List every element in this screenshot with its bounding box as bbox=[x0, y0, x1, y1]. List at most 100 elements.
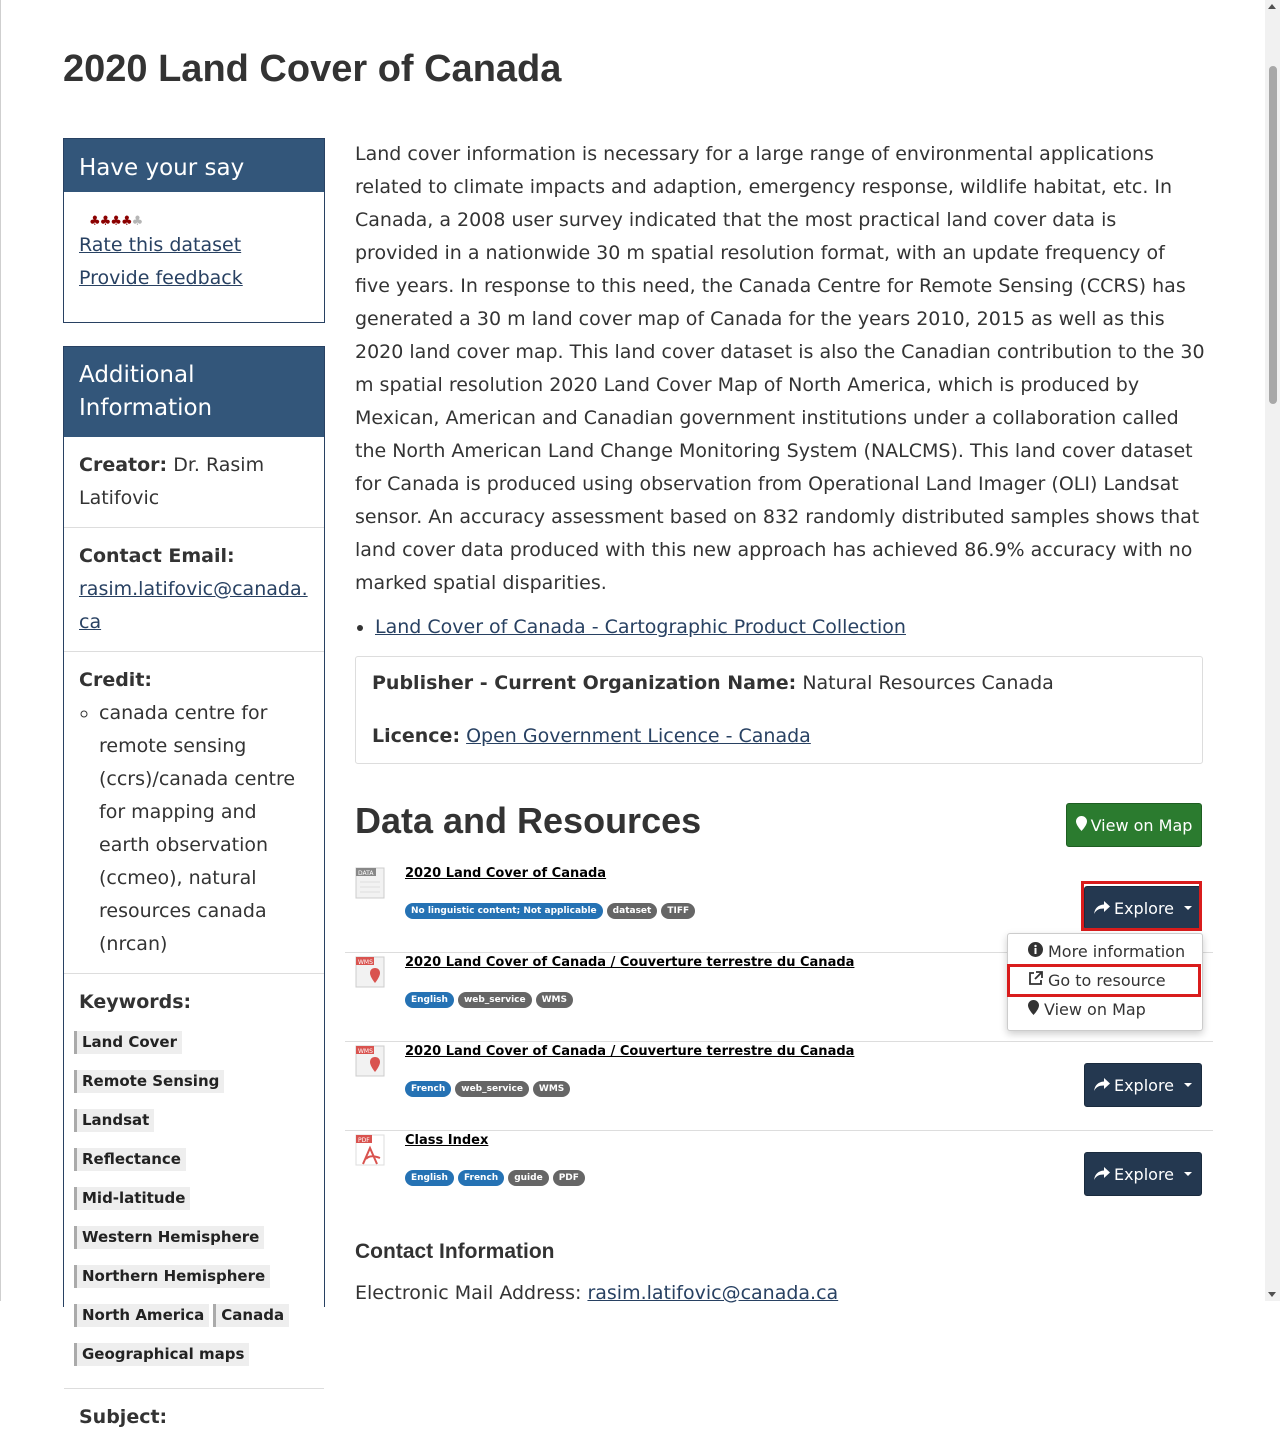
provide-feedback-link[interactable]: Provide feedback bbox=[79, 262, 324, 295]
publisher-label: Publisher - Current Organization Name: bbox=[372, 672, 797, 694]
contact-email-label: Contact Email: bbox=[79, 545, 235, 567]
keyword-tag[interactable]: Geographical maps bbox=[74, 1343, 250, 1366]
language-tag: No linguistic content; Not applicable bbox=[405, 903, 603, 919]
type-tag: guide bbox=[508, 1170, 549, 1186]
vertical-scrollbar[interactable] bbox=[1265, 0, 1280, 1301]
view-on-map-label: View on Map bbox=[1090, 815, 1193, 835]
additional-info-heading: Additional Information bbox=[64, 347, 324, 437]
contact-heading: Contact Information bbox=[355, 1240, 555, 1263]
svg-text:DATA: DATA bbox=[358, 870, 374, 877]
wms-file-icon: WMS bbox=[355, 956, 385, 988]
credit-list: canada centre for remote sensing (ccrs)/… bbox=[79, 697, 309, 961]
publisher-value: Natural Resources Canada bbox=[802, 672, 1054, 694]
highlight-box bbox=[1007, 964, 1201, 997]
dataset-description: Land cover information is necessary for … bbox=[355, 143, 1205, 594]
type-tag: web_service bbox=[457, 992, 532, 1008]
resource-tags: French web_service WMS bbox=[405, 1081, 571, 1097]
format-tag: TIFF bbox=[661, 903, 696, 919]
data-file-icon: DATA bbox=[355, 867, 385, 899]
resource-tags: English French guide PDF bbox=[405, 1170, 585, 1186]
publisher-box: Publisher - Current Organization Name: N… bbox=[355, 656, 1203, 764]
explore-button[interactable]: Explore bbox=[1084, 1152, 1202, 1196]
page-title: 2020 Land Cover of Canada bbox=[63, 48, 562, 90]
resource-tags: English web_service WMS bbox=[405, 992, 573, 1008]
keyword-tag[interactable]: Mid-latitude bbox=[74, 1187, 191, 1210]
keyword-tag[interactable]: Landsat bbox=[74, 1109, 155, 1132]
contact-email-block: Contact Email: rasim.latifovic@canada.ca bbox=[64, 528, 324, 652]
more-information-label: More information bbox=[1048, 942, 1186, 961]
data-resources-heading: Data and Resources bbox=[355, 800, 702, 841]
keyword-tag[interactable]: Reflectance bbox=[74, 1148, 186, 1171]
licence-link[interactable]: Open Government Licence - Canada bbox=[466, 725, 811, 747]
subject-block: Subject: bbox=[64, 1389, 324, 1446]
explore-label: Explore bbox=[1113, 1075, 1175, 1095]
rating-stars: ♣♣♣♣♣ bbox=[89, 214, 324, 229]
maple-leaf-icon: ♣♣♣♣ bbox=[89, 214, 133, 229]
publisher-line: Publisher - Current Organization Name: N… bbox=[372, 672, 1054, 694]
share-arrow-icon bbox=[1093, 1165, 1110, 1184]
creator-block: Creator: Dr. Rasim Latifovic bbox=[64, 437, 324, 528]
svg-text:WMS: WMS bbox=[358, 959, 373, 966]
resource-row: WMS 2020 Land Cover of Canada / Couvertu… bbox=[345, 1041, 1213, 1131]
format-tag: WMS bbox=[535, 992, 573, 1008]
keyword-tag[interactable]: Northern Hemisphere bbox=[74, 1265, 271, 1288]
scroll-up-icon[interactable] bbox=[1268, 4, 1276, 9]
keyword-tag[interactable]: Land Cover bbox=[74, 1031, 182, 1054]
pdf-file-icon: PDF bbox=[355, 1134, 385, 1166]
credit-block: Credit: canada centre for remote sensing… bbox=[64, 652, 324, 974]
have-your-say-heading: Have your say bbox=[64, 139, 324, 192]
keyword-tag[interactable]: North America bbox=[74, 1304, 210, 1327]
highlight-box bbox=[1081, 881, 1202, 931]
view-on-map-button[interactable]: View on Map bbox=[1066, 803, 1202, 847]
maple-leaf-empty-icon: ♣ bbox=[131, 214, 144, 229]
credit-label: Credit: bbox=[79, 669, 152, 691]
wms-file-icon: WMS bbox=[355, 1045, 385, 1077]
svg-text:PDF: PDF bbox=[358, 1137, 370, 1144]
keyword-tag[interactable]: Remote Sensing bbox=[74, 1070, 225, 1093]
view-on-map-item[interactable]: View on Map bbox=[1028, 1000, 1146, 1019]
collection-list: Land Cover of Canada - Cartographic Prod… bbox=[355, 611, 906, 644]
format-tag: PDF bbox=[552, 1170, 585, 1186]
resource-row: PDF Class Index English French guide PDF bbox=[345, 1130, 1213, 1219]
resource-title-link[interactable]: 2020 Land Cover of Canada bbox=[405, 866, 606, 881]
contact-email-link[interactable]: rasim.latifovic@canada.ca bbox=[79, 578, 308, 633]
chevron-down-icon bbox=[1184, 1083, 1193, 1087]
creator-label: Creator: bbox=[79, 454, 168, 476]
svg-text:WMS: WMS bbox=[358, 1048, 373, 1055]
type-tag: dataset bbox=[606, 903, 658, 919]
more-information-item[interactable]: More information bbox=[1028, 942, 1185, 961]
page-border bbox=[0, 0, 1, 1301]
keywords-block: Keywords: Land Cover Remote Sensing Lands… bbox=[64, 974, 324, 1389]
format-tag: WMS bbox=[532, 1081, 571, 1097]
explore-label: Explore bbox=[1113, 1164, 1175, 1184]
resource-title-link[interactable]: 2020 Land Cover of Canada / Couverture t… bbox=[405, 1044, 854, 1059]
collection-link[interactable]: Land Cover of Canada - Cartographic Prod… bbox=[375, 616, 906, 638]
resource-tags: No linguistic content; Not applicable da… bbox=[405, 903, 696, 919]
resource-title-link[interactable]: 2020 Land Cover of Canada / Couverture t… bbox=[405, 955, 854, 970]
keyword-tag[interactable]: Western Hemisphere bbox=[74, 1226, 265, 1249]
type-tag: web_service bbox=[455, 1081, 529, 1097]
keyword-tag[interactable]: Canada bbox=[213, 1304, 290, 1327]
language-tag: French bbox=[405, 1081, 452, 1097]
scrollbar-thumb[interactable] bbox=[1269, 66, 1277, 404]
share-arrow-icon bbox=[1093, 1076, 1110, 1095]
language-tag: French bbox=[457, 1170, 505, 1186]
explore-button[interactable]: Explore bbox=[1084, 1063, 1202, 1107]
chevron-down-icon bbox=[1184, 1172, 1193, 1176]
rate-dataset-link[interactable]: Rate this dataset bbox=[79, 229, 324, 262]
have-your-say-panel: Have your say ♣♣♣♣♣ Rate this dataset Pr… bbox=[63, 138, 325, 323]
resource-title-link[interactable]: Class Index bbox=[405, 1133, 488, 1148]
map-marker-icon bbox=[1075, 815, 1087, 835]
view-on-map-item-label: View on Map bbox=[1044, 1000, 1146, 1019]
licence-label: Licence: bbox=[372, 725, 461, 747]
language-tag: English bbox=[405, 1170, 454, 1186]
language-tag: English bbox=[405, 992, 454, 1008]
keywords-label: Keywords: bbox=[79, 991, 192, 1013]
licence-line: Licence: Open Government Licence - Canad… bbox=[372, 725, 811, 747]
keywords-list: Land Cover Remote Sensing Landsat Reflect… bbox=[74, 1025, 309, 1376]
scroll-down-icon[interactable] bbox=[1268, 1292, 1276, 1297]
credit-item: canada centre for remote sensing (ccrs)/… bbox=[99, 697, 309, 961]
map-marker-icon bbox=[1028, 1000, 1039, 1019]
additional-info-panel: Additional Information Creator: Dr. Rasi… bbox=[63, 346, 325, 1428]
subject-label: Subject: bbox=[79, 1406, 168, 1428]
